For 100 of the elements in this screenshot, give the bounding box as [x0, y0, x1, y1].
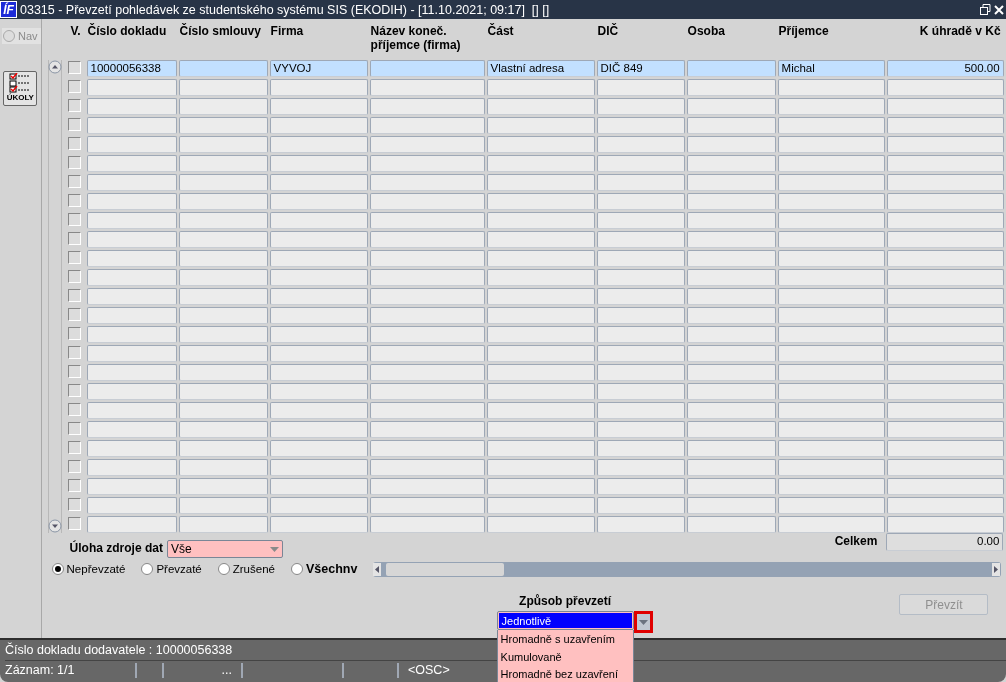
table-cell[interactable] — [86, 478, 177, 495]
table-cell[interactable] — [269, 212, 368, 229]
table-cell[interactable] — [777, 326, 885, 343]
table-cell[interactable] — [86, 117, 177, 134]
table-cell[interactable] — [369, 402, 485, 419]
filter-radio[interactable]: Všechnv — [290, 562, 358, 576]
table-cell[interactable] — [178, 478, 268, 495]
table-cell[interactable] — [886, 364, 1004, 381]
row-checkbox[interactable] — [67, 422, 81, 435]
vertical-scrollbar[interactable] — [47, 60, 62, 533]
table-cell[interactable] — [269, 231, 368, 248]
table-cell[interactable] — [269, 288, 368, 305]
row-checkbox[interactable] — [67, 213, 81, 226]
table-cell[interactable] — [686, 326, 776, 343]
table-cell[interactable] — [777, 269, 885, 286]
scroll-left-icon[interactable] — [373, 562, 382, 576]
table-cell[interactable] — [269, 402, 368, 419]
table-cell[interactable] — [369, 326, 485, 343]
table-cell[interactable] — [86, 79, 177, 96]
table-cell[interactable] — [369, 98, 485, 115]
table-cell[interactable] — [777, 193, 885, 210]
table-cell[interactable] — [178, 174, 268, 191]
table-cell[interactable] — [486, 307, 595, 324]
horizontal-scrollbar[interactable] — [373, 561, 1002, 577]
tasks-button[interactable]: ÚKOLY — [3, 71, 38, 106]
table-cell[interactable] — [178, 250, 268, 267]
table-cell[interactable] — [486, 193, 595, 210]
table-cell[interactable] — [596, 155, 685, 172]
table-cell[interactable] — [486, 421, 595, 438]
table-cell[interactable] — [486, 136, 595, 153]
table-cell[interactable] — [596, 174, 685, 191]
table-cell[interactable] — [596, 307, 685, 324]
table-cell[interactable] — [86, 440, 177, 457]
table-cell[interactable] — [686, 212, 776, 229]
table-cell[interactable] — [777, 250, 885, 267]
table-cell[interactable]: Vlastní adresa — [486, 60, 595, 77]
table-cell[interactable] — [269, 326, 368, 343]
table-cell[interactable] — [596, 212, 685, 229]
table-cell[interactable] — [486, 155, 595, 172]
table-cell[interactable] — [369, 269, 485, 286]
table-cell[interactable] — [486, 478, 595, 495]
table-cell[interactable] — [269, 440, 368, 457]
table-cell[interactable] — [686, 174, 776, 191]
table-cell[interactable] — [596, 117, 685, 134]
table-cell[interactable] — [269, 345, 368, 362]
table-cell[interactable] — [178, 402, 268, 419]
filter-radio[interactable]: Nepřevzaté — [51, 562, 126, 576]
table-cell[interactable] — [486, 383, 595, 400]
table-cell[interactable] — [178, 364, 268, 381]
row-checkbox[interactable] — [67, 175, 81, 188]
table-cell[interactable] — [178, 383, 268, 400]
table-cell[interactable] — [86, 326, 177, 343]
table-cell[interactable] — [369, 174, 485, 191]
table-cell[interactable] — [86, 516, 177, 533]
table-cell[interactable] — [86, 98, 177, 115]
table-cell[interactable] — [178, 345, 268, 362]
table-cell[interactable] — [886, 402, 1004, 419]
row-checkbox[interactable] — [67, 460, 81, 473]
table-cell[interactable] — [686, 307, 776, 324]
table-cell[interactable] — [178, 307, 268, 324]
table-cell[interactable] — [596, 459, 685, 476]
table-cell[interactable] — [886, 117, 1004, 134]
row-checkbox[interactable] — [67, 194, 81, 207]
table-cell[interactable] — [369, 136, 485, 153]
table-cell[interactable] — [369, 60, 485, 77]
table-cell[interactable] — [686, 421, 776, 438]
table-cell[interactable] — [269, 98, 368, 115]
table-cell[interactable] — [596, 326, 685, 343]
table-cell[interactable] — [486, 98, 595, 115]
table-cell[interactable] — [486, 174, 595, 191]
table-cell[interactable] — [596, 478, 685, 495]
table-cell[interactable] — [178, 516, 268, 533]
table-cell[interactable] — [269, 79, 368, 96]
table-cell[interactable]: 500.00 — [886, 60, 1004, 77]
table-cell[interactable] — [686, 136, 776, 153]
table-cell[interactable] — [886, 212, 1004, 229]
row-checkbox[interactable] — [67, 403, 81, 416]
table-cell[interactable] — [178, 79, 268, 96]
table-cell[interactable]: Michal — [777, 60, 885, 77]
table-cell[interactable] — [596, 383, 685, 400]
table-cell[interactable] — [369, 345, 485, 362]
table-cell[interactable] — [178, 98, 268, 115]
table-cell[interactable] — [596, 402, 685, 419]
table-cell[interactable] — [269, 117, 368, 134]
table-cell[interactable] — [178, 421, 268, 438]
table-cell[interactable] — [777, 174, 885, 191]
table-cell[interactable] — [777, 345, 885, 362]
table-cell[interactable] — [486, 212, 595, 229]
table-cell[interactable] — [596, 250, 685, 267]
table-cell[interactable] — [686, 193, 776, 210]
row-checkbox[interactable] — [67, 137, 81, 150]
table-cell[interactable] — [686, 155, 776, 172]
filter-radio[interactable]: Zrušené — [217, 562, 275, 576]
table-cell[interactable] — [686, 440, 776, 457]
table-cell[interactable] — [86, 345, 177, 362]
table-cell[interactable] — [686, 79, 776, 96]
table-cell[interactable] — [486, 345, 595, 362]
table-cell[interactable] — [596, 421, 685, 438]
row-checkbox[interactable] — [67, 308, 81, 321]
table-cell[interactable] — [86, 402, 177, 419]
